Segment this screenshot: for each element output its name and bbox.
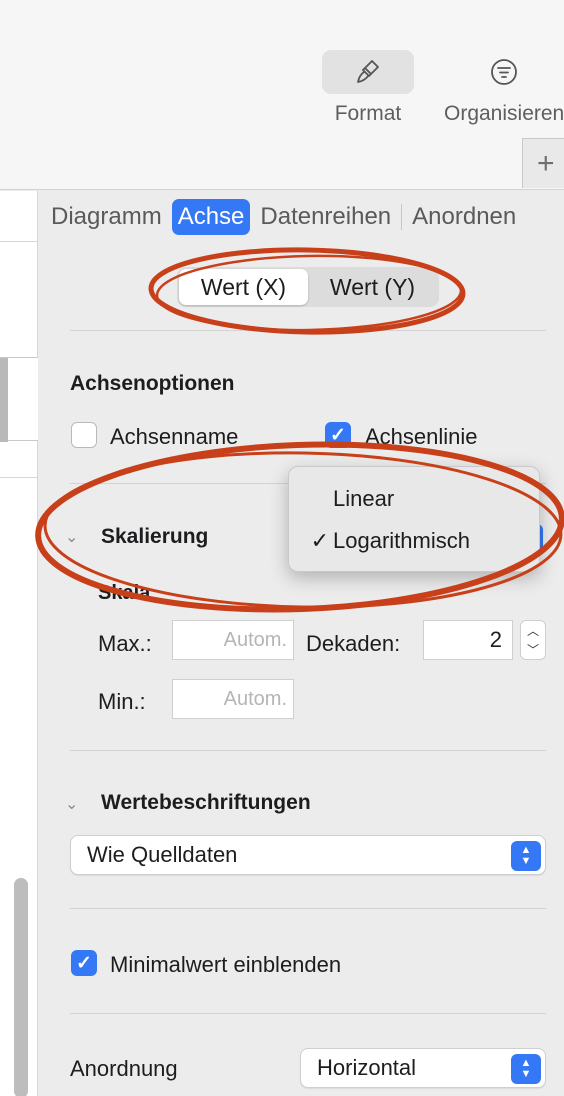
format-inspector: Diagramm Achse Datenreihen Anordnen Wert… <box>39 191 564 1096</box>
min-label: Min.: <box>98 689 146 714</box>
show-minimum-checkbox[interactable]: ✓ <box>71 950 97 976</box>
max-field[interactable]: Autom. <box>172 620 294 660</box>
axis-line-checkbox[interactable]: ✓ <box>325 422 351 448</box>
decades-field[interactable]: 2 <box>423 620 513 660</box>
decades-label: Dekaden: <box>306 631 401 656</box>
value-labels-title: Wertebeschriftungen <box>101 791 311 814</box>
updown-chevron-icon: ▲ ▼ <box>511 1054 541 1084</box>
checkmark-icon: ✓ <box>76 952 92 974</box>
decades-stepper[interactable]: ︿ ﹀ <box>520 620 546 660</box>
chevron-down-icon[interactable]: ⌄ <box>65 794 78 814</box>
scaling-title: Skalierung <box>101 525 209 548</box>
axis-line-label: Achsenlinie <box>365 424 478 449</box>
tab-diagramm[interactable]: Diagramm <box>45 199 168 235</box>
arrangement-selected: Horizontal <box>317 1055 417 1080</box>
divider <box>70 1013 546 1014</box>
arrangement-popup[interactable]: Horizontal ▲ ▼ <box>300 1048 546 1088</box>
tab-datenreihen[interactable]: Datenreihen <box>254 199 397 235</box>
format-label: Format <box>334 102 402 125</box>
tab-achse[interactable]: Achse <box>171 199 251 235</box>
menu-item-linear-label: Linear <box>333 486 395 511</box>
checkmark-icon: ✓ <box>330 424 346 446</box>
max-label: Max.: <box>98 631 152 656</box>
divider <box>0 241 38 242</box>
arrangement-label: Anordnung <box>70 1056 178 1081</box>
axis-name-label: Achsenname <box>110 424 239 449</box>
scale-label: Skala <box>98 582 151 604</box>
organize-label: Organisieren <box>444 102 564 125</box>
chevron-up-icon[interactable]: ︿ <box>527 622 539 639</box>
organize-button[interactable]: Organisieren <box>444 50 564 126</box>
axis-selector: Wert (X) Wert (Y) <box>177 267 439 307</box>
updown-chevron-icon: ▲ ▼ <box>511 841 541 871</box>
divider <box>70 908 546 909</box>
menu-item-linear[interactable]: Linear <box>289 479 541 519</box>
tab-anordnen[interactable]: Anordnen <box>406 199 522 235</box>
axis-options-title: Achsenoptionen <box>70 372 235 395</box>
inspector-tabs: Diagramm Achse Datenreihen Anordnen <box>39 191 564 243</box>
show-minimum-label: Minimalwert einblenden <box>110 952 342 977</box>
value-labels-popup[interactable]: Wie Quelldaten ▲ ▼ <box>70 835 546 875</box>
tab-separator <box>401 204 403 230</box>
min-field[interactable]: Autom. <box>172 679 294 719</box>
table-cell-edge <box>0 357 38 442</box>
value-labels-selected: Wie Quelldaten <box>87 842 238 867</box>
toolbar: Format Organisieren + <box>0 0 564 190</box>
vertical-scrollbar[interactable] <box>14 878 28 1096</box>
axis-name-checkbox[interactable] <box>71 422 97 448</box>
menu-item-logarithmic-label: Logarithmisch <box>333 528 470 553</box>
chevron-down-icon[interactable]: ﹀ <box>527 641 539 658</box>
chevron-down-icon[interactable]: ⌄ <box>65 527 78 547</box>
divider <box>70 750 546 751</box>
divider <box>0 477 38 478</box>
menu-item-logarithmic[interactable]: ✓ Logarithmisch <box>289 521 541 561</box>
axis-x-segment[interactable]: Wert (X) <box>179 269 308 305</box>
divider <box>70 330 546 331</box>
axis-y-segment[interactable]: Wert (Y) <box>308 269 437 305</box>
paintbrush-icon <box>322 50 414 94</box>
filter-icon <box>458 50 550 94</box>
add-sheet-button[interactable]: + <box>522 138 564 188</box>
format-button[interactable]: Format <box>322 50 414 126</box>
scale-type-menu: Linear ✓ Logarithmisch <box>288 466 540 572</box>
checkmark-icon: ✓ <box>310 528 329 553</box>
